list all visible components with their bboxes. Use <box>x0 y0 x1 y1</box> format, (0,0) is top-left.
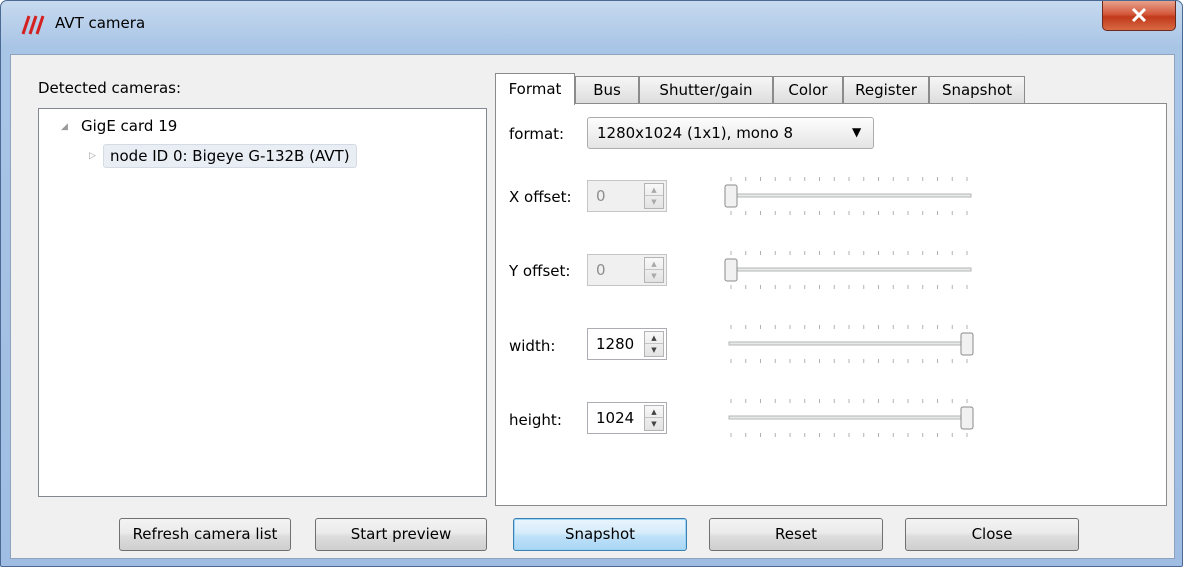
snapshot-button[interactable]: Snapshot <box>513 518 687 551</box>
app-window: AVT camera Detected cameras: ◢ GigE card… <box>0 0 1183 567</box>
tab-shutter-gain[interactable]: Shutter/gain <box>639 76 773 104</box>
start-preview-button[interactable]: Start preview <box>315 518 487 551</box>
reset-button[interactable]: Reset <box>709 518 883 551</box>
height-slider[interactable] <box>719 390 979 446</box>
spin-down-icon[interactable]: ▼ <box>645 418 663 430</box>
spin-down-icon[interactable]: ▼ <box>645 344 663 356</box>
height-value: 1024 <box>596 409 635 427</box>
y-offset-stepper[interactable]: ▲ ▼ <box>644 257 664 283</box>
detected-cameras-label: Detected cameras: <box>38 79 182 97</box>
slider-thumb[interactable] <box>960 406 974 430</box>
close-icon <box>1131 8 1147 22</box>
spin-up-icon[interactable]: ▲ <box>645 406 663 418</box>
window-title: AVT camera <box>55 14 146 32</box>
x-offset-spinbox[interactable]: 0 ▲ ▼ <box>587 180 667 212</box>
slider-thumb[interactable] <box>960 332 974 356</box>
tab-format[interactable]: Format <box>495 73 575 105</box>
y-offset-label: Y offset: <box>509 262 571 280</box>
width-slider[interactable] <box>719 316 979 372</box>
format-dropdown[interactable]: 1280x1024 (1x1), mono 8 ▼ <box>587 117 874 149</box>
tab-register[interactable]: Register <box>843 76 929 104</box>
width-label: width: <box>509 337 556 355</box>
x-offset-value: 0 <box>596 187 606 205</box>
spin-up-icon[interactable]: ▲ <box>645 332 663 344</box>
spin-up-icon[interactable]: ▲ <box>645 258 663 270</box>
width-value: 1280 <box>596 335 635 353</box>
tree-item-gige-card[interactable]: GigE card 19 <box>81 117 177 135</box>
app-icon <box>21 14 45 36</box>
spin-down-icon[interactable]: ▼ <box>645 270 663 282</box>
chevron-down-icon: ▼ <box>852 125 862 139</box>
y-offset-value: 0 <box>596 261 606 279</box>
title-bar[interactable]: AVT camera <box>1 1 1182 49</box>
spin-up-icon[interactable]: ▲ <box>645 184 663 196</box>
x-offset-slider[interactable] <box>719 168 979 224</box>
dialog-client: Detected cameras: ◢ GigE card 19 ▷ node … <box>10 54 1175 559</box>
tab-color[interactable]: Color <box>773 76 843 104</box>
refresh-camera-list-button[interactable]: Refresh camera list <box>119 518 291 551</box>
spin-down-icon[interactable]: ▼ <box>645 196 663 208</box>
tab-bus[interactable]: Bus <box>575 76 639 104</box>
format-label: format: <box>509 125 565 143</box>
tab-snapshot[interactable]: Snapshot <box>929 76 1025 104</box>
x-offset-stepper[interactable]: ▲ ▼ <box>644 183 664 209</box>
height-label: height: <box>509 411 562 429</box>
slider-thumb[interactable] <box>724 184 738 208</box>
tree-collapsed-icon[interactable]: ▷ <box>89 151 96 161</box>
width-spinbox[interactable]: 1280 ▲ ▼ <box>587 328 667 360</box>
y-offset-spinbox[interactable]: 0 ▲ ▼ <box>587 254 667 286</box>
slider-thumb[interactable] <box>724 258 738 282</box>
height-spinbox[interactable]: 1024 ▲ ▼ <box>587 402 667 434</box>
width-stepper[interactable]: ▲ ▼ <box>644 331 664 357</box>
tree-expanded-icon[interactable]: ◢ <box>61 122 68 132</box>
format-dropdown-value: 1280x1024 (1x1), mono 8 <box>597 124 793 142</box>
tree-item-camera-node[interactable]: node ID 0: Bigeye G-132B (AVT) <box>103 144 357 168</box>
window-close-button[interactable] <box>1102 1 1176 31</box>
height-stepper[interactable]: ▲ ▼ <box>644 405 664 431</box>
camera-tree[interactable]: ◢ GigE card 19 ▷ node ID 0: Bigeye G-132… <box>38 108 487 497</box>
x-offset-label: X offset: <box>509 188 572 206</box>
close-button[interactable]: Close <box>905 518 1079 551</box>
y-offset-slider[interactable] <box>719 242 979 298</box>
